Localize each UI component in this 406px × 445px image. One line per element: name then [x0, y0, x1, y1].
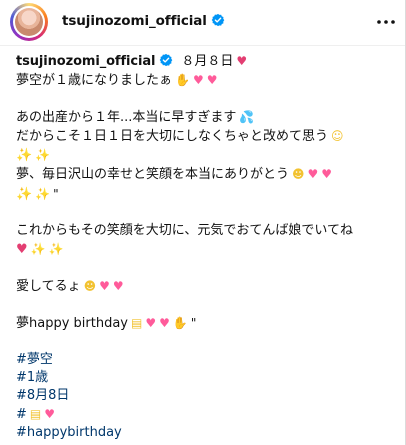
caption-line-sparkles: ✨ ✨	[16, 146, 396, 165]
two-hearts-emoji-icon: ♥	[145, 315, 157, 330]
hashtag-link[interactable]: #夢空	[16, 351, 396, 369]
hashtag-link[interactable]: #1歳	[16, 369, 396, 387]
raising-hands-emoji-icon: ✋	[172, 315, 188, 330]
raising-hands-emoji-icon: ✋	[175, 73, 190, 88]
birthday-cake-emoji-icon: ▤	[131, 315, 143, 330]
caption-line-blank	[16, 296, 396, 314]
post-header: tsujinozomi_official	[0, 0, 405, 46]
two-hearts-emoji-icon: ♥	[192, 73, 204, 88]
two-hearts-emoji-icon: ♥	[321, 167, 333, 182]
sparkles-emoji-icon: ✨	[48, 241, 64, 256]
instagram-post: tsujinozomi_official tsujinozomi_officia…	[0, 0, 406, 445]
hashtag-emoji-row[interactable]: # ▤ ♥	[16, 405, 396, 424]
verified-badge-icon	[211, 13, 225, 27]
two-hearts-emoji-icon: ♥	[112, 278, 124, 293]
caption-line-blank	[16, 333, 396, 351]
quote-mark: "	[53, 186, 59, 201]
two-hearts-emoji-icon: ♥	[99, 278, 110, 293]
caption-line-blank	[16, 259, 396, 277]
heart-emoji-icon: ♥	[16, 241, 28, 257]
caption-line-5: これからもその笑顔を大切に、元気でおてんば娘でいてね	[16, 222, 396, 240]
caption-line-sparkles-2: ✨ ✨ "	[16, 185, 396, 204]
caption-text: 夢happy birthday	[16, 315, 128, 331]
caption-line-2: あの出産から１年...本当に早すぎます 💦	[16, 108, 396, 127]
sweat-droplets-emoji-icon: 💦	[239, 110, 255, 125]
sparkles-emoji-icon: ✨	[35, 148, 51, 163]
hashtag-link[interactable]: #	[16, 407, 27, 422]
two-hearts-emoji-icon: ♥	[206, 73, 218, 88]
verified-badge-icon	[160, 53, 173, 67]
baby-emoji-icon: ☻	[292, 167, 305, 182]
red-heart-emoji-icon: ♥	[236, 54, 248, 68]
caption-line-4: 夢、毎日沢山の幸せと笑顔を本当にありがとう ☻ ♥ ♥	[16, 165, 396, 184]
caption-text: だからこそ１日１日を大切にしなくちゃと改めて思う	[16, 129, 329, 145]
caption-line-blank	[16, 90, 396, 108]
sparkles-emoji-icon: ✨	[16, 148, 33, 164]
sparkles-emoji-icon: ✨	[16, 186, 33, 202]
caption-header: tsujinozomi_official ８月８日 ♥	[16, 52, 396, 71]
caption-line-7: 夢happy birthday ▤ ♥ ♥ ✋ "	[16, 314, 396, 333]
avatar-photo	[15, 8, 43, 36]
header-username-row: tsujinozomi_official	[62, 13, 225, 29]
caption-line-6: 愛してるょ ☻ ♥ ♥	[16, 277, 396, 296]
baby-emoji-icon: ☻	[83, 278, 97, 293]
quote-mark: "	[190, 315, 197, 330]
caption-text: あの出産から１年...本当に早すぎます	[16, 110, 237, 126]
caption-username[interactable]: tsujinozomi_official	[16, 54, 156, 69]
more-horizontal-icon[interactable]	[376, 12, 396, 32]
two-hearts-emoji-icon: ♥	[307, 167, 319, 182]
post-date: ８月８日	[181, 54, 234, 69]
caption-line-blank	[16, 204, 396, 222]
avatar-ring-gap	[13, 6, 45, 38]
birthday-cake-emoji-icon: ▤	[29, 407, 42, 422]
relieved-face-emoji-icon: ☺	[331, 129, 344, 144]
caption-line-1: 夢空が１歳になりましたぁ ✋ ♥ ♥	[16, 71, 396, 90]
caption-text: 夢、毎日沢山の幸せと笑顔を本当にありがとう	[16, 167, 290, 183]
two-hearts-emoji-icon: ♥	[159, 315, 170, 330]
header-username[interactable]: tsujinozomi_official	[62, 13, 207, 29]
hashtag-link[interactable]: #happybirthday	[16, 424, 396, 442]
post-caption: tsujinozomi_official ８月８日 ♥ 夢空が１歳になりましたぁ ✋ ♥…	[16, 52, 396, 443]
caption-text: 愛してるょ	[16, 278, 81, 294]
sparkles-emoji-icon: ✨	[30, 241, 46, 256]
caption-line-3: だからこそ１日１日を大切にしなくちゃと改めて思う ☺	[16, 127, 396, 146]
sparkles-emoji-icon: ✨	[35, 186, 51, 201]
caption-text: 夢空が１歳になりましたぁ	[16, 73, 173, 89]
avatar[interactable]	[10, 3, 48, 41]
hashtag-link[interactable]: #8月8日	[16, 387, 396, 405]
caption-line-hearts: ♥ ✨ ✨	[16, 240, 396, 259]
caption-text: これからもその笑顔を大切に、元気でおてんば娘でいてね	[16, 222, 353, 238]
two-hearts-emoji-icon: ♥	[44, 407, 56, 422]
